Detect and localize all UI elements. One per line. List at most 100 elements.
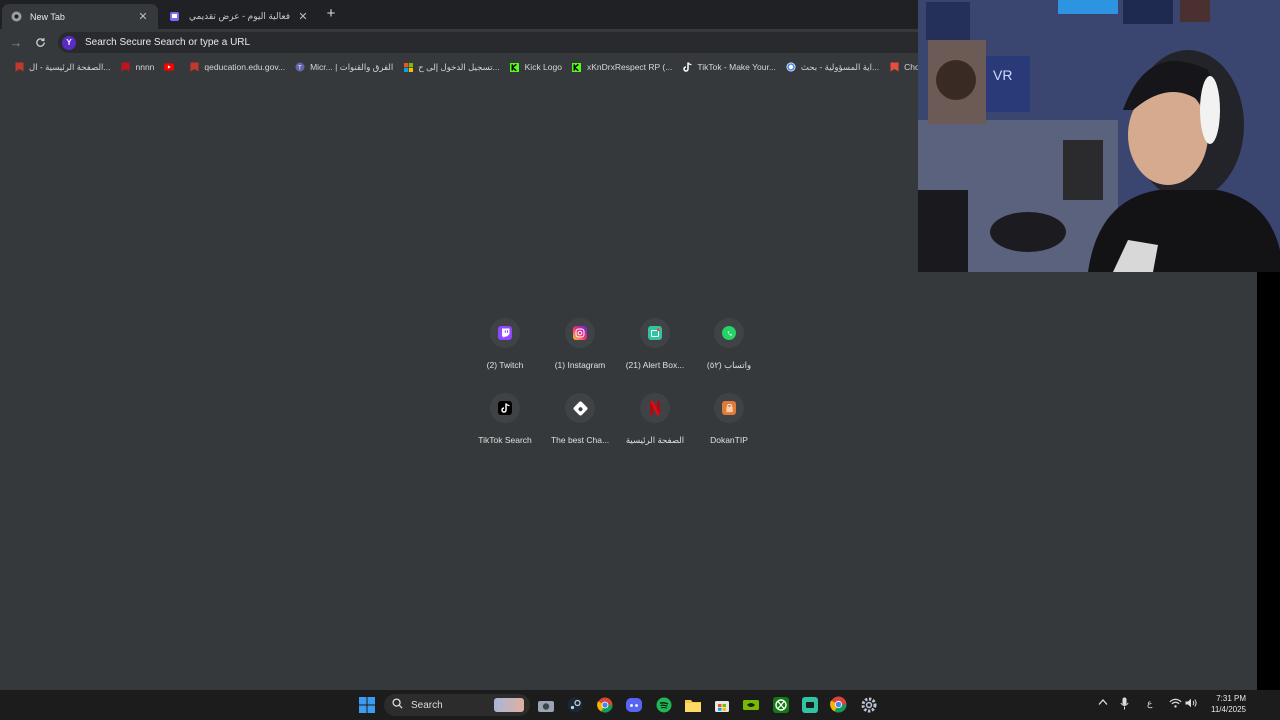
bookmark-item[interactable]: T Micr... | الفرق والقنوات (295, 62, 393, 73)
shortcut-icon-circle (490, 318, 520, 348)
shortcut-label: TikTok Search (478, 435, 532, 445)
shortcut-icon-circle (640, 393, 670, 423)
language-indicator[interactable]: ع (1147, 698, 1152, 709)
new-tab-button[interactable]: + (323, 5, 339, 23)
kick-icon (572, 62, 582, 72)
camera-app-icon[interactable] (537, 696, 554, 713)
google-icon (786, 62, 796, 72)
shortcut-label: (21) Alert Box... (625, 360, 685, 370)
date: 11/4/2025 (1211, 705, 1246, 714)
webcam-overlay: VR (918, 0, 1280, 272)
shortcut-label: الصفحة الرئيسية (625, 435, 685, 445)
bookmark-label: تسجيل الدخول إلى ح... (418, 61, 500, 72)
instagram-icon (573, 326, 587, 340)
shortcut-icon-circle (490, 393, 520, 423)
bookmark-item[interactable]: الصفحة الرئيسية - ال... (14, 62, 111, 73)
svg-text:VR: VR (993, 67, 1012, 83)
shortcut-tile[interactable]: (1) Instagram (541, 316, 619, 380)
teams-icon: T (295, 62, 305, 72)
shortcut-icon-circle (640, 318, 670, 348)
shortcut-icon-circle (565, 318, 595, 348)
shortcut-tile[interactable]: الصفحة الرئيسية (616, 391, 694, 455)
chevron-up-icon[interactable] (1098, 698, 1108, 708)
file-explorer-icon[interactable] (684, 696, 701, 713)
settings-gear-icon[interactable] (860, 696, 877, 713)
omnibox-placeholder: Search Secure Search or type a URL (85, 37, 251, 48)
shortcut-icon-circle (714, 318, 744, 348)
shortcut-icon-circle (565, 393, 595, 423)
steam-icon[interactable] (566, 696, 583, 713)
bookmark-item[interactable]: xKnDrxRespect RP (... (572, 62, 672, 72)
taskbar: Search ع 7:31 PM 11/4/2025 (0, 690, 1280, 720)
shortcut-tile[interactable]: (2) Twitch (466, 316, 544, 380)
bookmark-label: Micr... | الفرق والقنوات (310, 61, 394, 72)
shortcut-label: DokanTIP (710, 435, 748, 445)
webcam-image: VR (918, 0, 1280, 272)
bookmark-label: nnnn (135, 62, 155, 72)
shortcut-tile[interactable]: TikTok Search (466, 391, 544, 455)
reload-icon[interactable] (31, 34, 49, 50)
tab-strip: New Tab ✕ فعالية اليوم - عرض تقديمي ✕ + (0, 0, 918, 29)
search-icon (392, 698, 403, 712)
taskbar-search[interactable]: Search (384, 694, 530, 716)
shortcut-tile[interactable]: DokanTIP (690, 391, 768, 455)
nvidia-icon[interactable] (742, 696, 759, 713)
bookmark-item[interactable] (164, 62, 179, 72)
bookmarks-bar: الصفحة الرئيسية - ال... nnnn qeducation.ed… (0, 57, 918, 77)
microsoft-icon (403, 62, 413, 72)
windows-start-icon[interactable] (358, 696, 375, 713)
bookmark-item[interactable]: Choose a flig... (889, 62, 918, 72)
tab-new-tab[interactable]: New Tab ✕ (2, 4, 158, 29)
bookmark-item[interactable]: اية المسؤولية - بحث... (786, 62, 879, 73)
chrome-icon[interactable] (596, 696, 613, 713)
bookmark-label: الصفحة الرئيسية - ال... (29, 61, 111, 72)
search-label: Search (411, 699, 443, 711)
chat-icon (572, 400, 588, 416)
bookmark-item[interactable]: TikTok - Make Your... (682, 62, 776, 72)
tab-event[interactable]: فعالية اليوم - عرض تقديمي ✕ (160, 4, 318, 29)
shortcut-tile[interactable]: واتساب (٥٢) (690, 316, 768, 380)
kick-icon (510, 62, 520, 72)
bookmark-label: Kick Logo (524, 62, 562, 72)
wifi-icon[interactable] (1169, 698, 1182, 710)
bookmark-item[interactable]: qeducation.edu.gov... (189, 62, 285, 72)
shortcut-label: واتساب (٥٢) (706, 360, 752, 370)
shortcut-tile[interactable]: (21) Alert Box... (616, 316, 694, 380)
shortcut-label: (1) Instagram (554, 360, 606, 370)
address-bar[interactable]: Y Search Secure Search or type a URL (58, 32, 918, 53)
whatsapp-icon (722, 326, 736, 340)
microphone-icon[interactable] (1120, 697, 1129, 712)
spotify-icon[interactable] (655, 696, 672, 713)
bookmark-red-icon (121, 62, 131, 72)
bookmark-label: xKnDrxRespect RP (... (586, 62, 673, 72)
close-icon[interactable]: ✕ (296, 10, 310, 23)
close-icon[interactable]: ✕ (136, 10, 150, 23)
tab-title: New Tab (30, 11, 65, 22)
forward-arrow-icon[interactable]: → (7, 34, 25, 50)
discord-icon[interactable] (625, 696, 642, 713)
bookmark-item[interactable]: Kick Logo (510, 62, 562, 72)
tab-title: فعالية اليوم - عرض تقديمي (188, 11, 290, 21)
time: 7:31 PM (1216, 694, 1246, 703)
bookmark-item[interactable]: تسجيل الدخول إلى ح... (403, 61, 500, 73)
microsoft-store-icon[interactable] (713, 696, 730, 713)
bookmark-label: اية المسؤولية - بحث... (800, 61, 880, 72)
twitch-icon (498, 326, 512, 340)
bookmark-label: Choose a flig... (904, 62, 918, 72)
plane-icon (889, 62, 899, 72)
tiktok-icon (498, 401, 512, 415)
xbox-icon[interactable] (772, 696, 789, 713)
clock[interactable]: 7:31 PM 11/4/2025 (1200, 693, 1246, 715)
secure-search-icon: Y (62, 35, 76, 50)
shortcut-tile[interactable]: The best Cha... (541, 391, 619, 455)
volume-icon[interactable] (1185, 698, 1198, 710)
twitch-icon (168, 11, 180, 23)
svg-text:T: T (298, 66, 302, 72)
shortcut-label: (2) Twitch (486, 360, 524, 370)
bookmark-item[interactable]: nnnn (121, 62, 155, 72)
youtube-icon (164, 62, 175, 72)
bookmark-label: TikTok - Make Your... (697, 62, 776, 72)
chrome-profile-icon[interactable] (830, 696, 847, 713)
alert-box-icon[interactable] (801, 696, 818, 713)
black-border (1257, 272, 1280, 690)
